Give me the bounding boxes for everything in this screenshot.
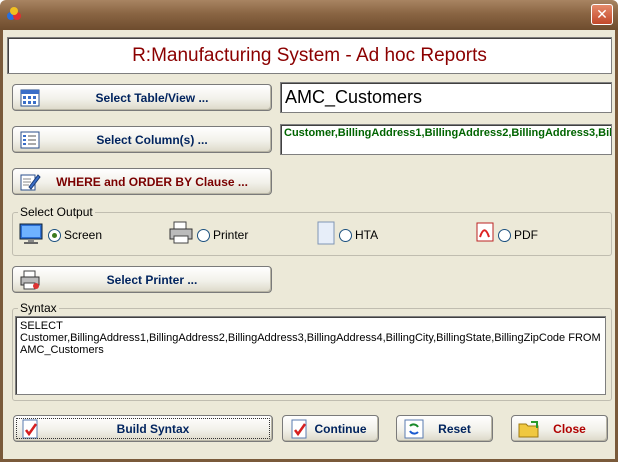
printer-settings-icon	[20, 270, 40, 289]
folder-close-icon	[518, 420, 539, 437]
output-pdf-option[interactable]: PDF	[498, 228, 538, 242]
select-output-title: Select Output	[18, 205, 95, 219]
printer-label: Printer	[213, 228, 249, 242]
columns-field: Customer,BillingAddress1,BillingAddress2…	[280, 124, 612, 155]
where-order-button[interactable]: WHERE and ORDER BY Clause ...	[12, 168, 272, 195]
columns-list-icon	[20, 131, 40, 148]
edit-pencil-icon	[20, 173, 41, 190]
refresh-icon	[404, 419, 424, 438]
hta-radio[interactable]	[339, 228, 352, 242]
page-title: R:Manufacturing System - Ad hoc Reports	[7, 37, 612, 74]
syntax-textarea[interactable]: SELECT Customer,BillingAddress1,BillingA…	[15, 316, 606, 395]
continue-label: Continue	[314, 421, 367, 436]
checkmark-doc-icon	[291, 419, 307, 438]
where-order-label: WHERE and ORDER BY Clause ...	[56, 174, 248, 189]
select-printer-button[interactable]: Select Printer ...	[12, 266, 272, 293]
reset-button[interactable]: Reset	[396, 415, 493, 442]
checkmark-doc-icon	[22, 419, 38, 438]
close-button[interactable]: Close	[511, 415, 608, 442]
select-columns-button[interactable]: Select Column(s) ...	[12, 126, 272, 153]
pdf-radio[interactable]	[498, 228, 511, 242]
select-columns-label: Select Column(s) ...	[96, 132, 208, 147]
select-table-label: Select Table/View ...	[95, 90, 209, 105]
syntax-title: Syntax	[18, 301, 59, 315]
printer-icon	[169, 221, 193, 244]
pdf-label: PDF	[514, 228, 538, 242]
printer-radio[interactable]	[197, 228, 210, 242]
build-syntax-button[interactable]: Build Syntax	[13, 415, 273, 442]
hta-label: HTA	[355, 228, 379, 242]
output-printer-option[interactable]: Printer	[197, 228, 248, 242]
title-bar: ✕	[0, 0, 618, 30]
output-hta-option[interactable]: HTA	[339, 228, 378, 242]
screen-label: Screen	[64, 228, 103, 242]
close-label: Close	[553, 421, 586, 436]
select-output-group: Select Output Screen Printer HTA PDF	[12, 205, 612, 256]
screen-radio[interactable]	[48, 228, 61, 242]
continue-button[interactable]: Continue	[282, 415, 379, 442]
pdf-icon	[476, 222, 494, 242]
window-close-button[interactable]: ✕	[591, 4, 613, 25]
app-icon	[7, 7, 21, 20]
build-syntax-label: Build Syntax	[116, 421, 190, 436]
main-window: R:Manufacturing System - Ad hoc Reports …	[0, 30, 618, 462]
table-icon	[20, 89, 40, 106]
monitor-icon	[19, 223, 43, 244]
select-table-button[interactable]: Select Table/View ...	[12, 84, 272, 111]
document-icon	[317, 221, 335, 245]
select-printer-label: Select Printer ...	[106, 272, 198, 287]
output-screen-option[interactable]: Screen	[48, 228, 102, 242]
table-name-field: AMC_Customers	[280, 82, 612, 113]
reset-label: Reset	[438, 421, 471, 436]
